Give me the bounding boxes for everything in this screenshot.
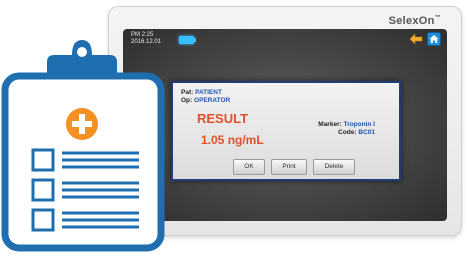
- code-value: BC01: [358, 129, 375, 136]
- home-icon[interactable]: [427, 32, 441, 46]
- back-arrow-icon[interactable]: [409, 33, 423, 45]
- result-dialog: Pat: PATIENT Op: OPERATOR RESULT 1.05 ng…: [171, 81, 401, 181]
- code-line: Code: BC01: [338, 129, 375, 136]
- patient-label: Pat:: [181, 89, 194, 96]
- operator-line: Op: OPERATOR: [181, 97, 230, 104]
- delete-button[interactable]: Delete: [313, 159, 355, 175]
- result-title: RESULT: [197, 111, 249, 126]
- print-button[interactable]: Print: [271, 159, 307, 175]
- marker-value: Troponin I: [343, 121, 375, 128]
- device-screen: PM 2:25 2016.12.01 Pat: PATIENT Op: OPER…: [123, 29, 447, 221]
- operator-value: OPERATOR: [194, 97, 231, 104]
- plus-badge-icon: [66, 108, 98, 140]
- ok-button[interactable]: OK: [233, 159, 265, 175]
- clipboard-icon: [1, 40, 165, 252]
- code-label: Code:: [338, 129, 357, 136]
- battery-icon: [179, 36, 196, 44]
- patient-line: Pat: PATIENT: [181, 89, 222, 96]
- patient-value: PATIENT: [195, 89, 222, 96]
- marker-line: Marker: Troponin I: [318, 121, 375, 128]
- brand-logo: SelexOn™: [388, 15, 441, 27]
- result-value: 1.05 ng/mL: [201, 133, 264, 147]
- status-bar: PM 2:25 2016.12.01: [123, 29, 447, 51]
- operator-label: Op:: [181, 97, 193, 104]
- marker-label: Marker:: [318, 121, 342, 128]
